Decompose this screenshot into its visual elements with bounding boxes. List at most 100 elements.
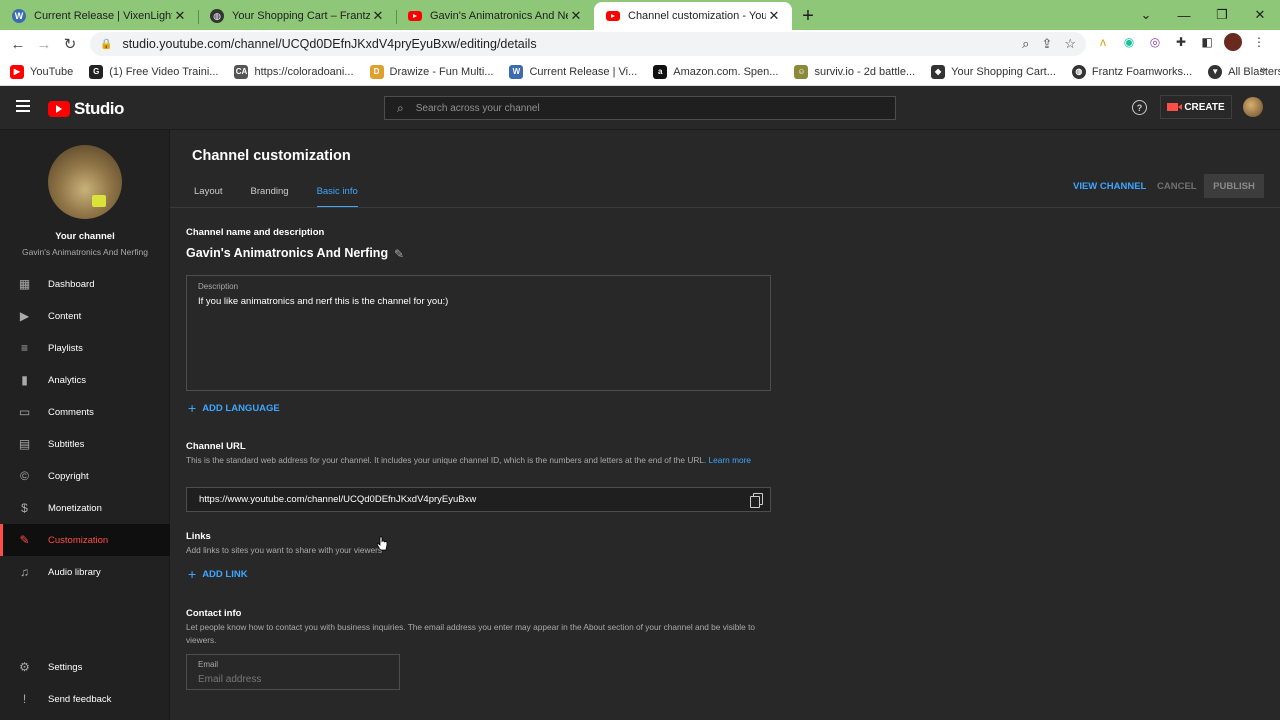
create-button[interactable]: CREATE xyxy=(1160,95,1232,119)
tabs-divider xyxy=(170,207,1280,208)
browser-menu-kebab-icon[interactable]: ⋮ xyxy=(1250,33,1268,51)
channel-title: Gavin's Animatronics And Nerfing xyxy=(186,246,389,260)
studio-header: Studio ⌕ ? CREATE xyxy=(0,86,1280,130)
close-icon[interactable]: ✕ xyxy=(766,8,782,24)
browser-tab-vixenlights[interactable]: W Current Release | VixenLights ✕ xyxy=(0,2,198,30)
browser-tab-channel-customization[interactable]: Channel customization - YouTube Studio ✕ xyxy=(594,2,792,30)
side-panel-icon[interactable]: ◧ xyxy=(1198,33,1216,51)
pencil-edit-icon[interactable]: ✎ xyxy=(394,247,404,261)
channel-url-field[interactable]: https://www.youtube.com/channel/UCQd0DEf… xyxy=(186,487,771,512)
minimize-icon[interactable]: — xyxy=(1165,0,1203,30)
contact-info-description: Let people know how to contact you with … xyxy=(186,622,755,645)
bookmarks-overflow-icon[interactable]: » xyxy=(1260,64,1266,76)
playlists-icon: ≡ xyxy=(20,341,28,355)
subtitles-icon: ▤ xyxy=(18,437,31,451)
description-label: Description xyxy=(198,282,239,291)
channel-avatar[interactable] xyxy=(48,145,122,219)
publish-button[interactable]: PUBLISH xyxy=(1204,174,1264,198)
tab-branding[interactable]: Branding xyxy=(251,186,289,208)
tab-basic-info[interactable]: Basic info xyxy=(316,186,358,208)
studio-logo[interactable]: Studio xyxy=(48,99,124,119)
address-url[interactable]: studio.youtube.com/channel/UCQd0DEfnJKxd… xyxy=(122,37,536,51)
account-avatar[interactable] xyxy=(1243,97,1263,117)
shop-logo-icon: ◆ xyxy=(931,64,946,79)
search-icon[interactable]: ⌕ xyxy=(397,101,404,116)
sidebar-item-monetization[interactable]: $ Monetization xyxy=(0,492,170,524)
email-label: Email xyxy=(198,660,219,669)
channel-url-description: This is the standard web address for you… xyxy=(186,455,751,465)
sidebar-item-settings[interactable]: ⚙ Settings xyxy=(0,651,170,683)
bookmark-item[interactable]: ◍ Frantz Foamworks... xyxy=(1071,64,1192,79)
search-bar[interactable]: ⌕ xyxy=(384,96,896,120)
bookmark-star-icon[interactable]: ☆ xyxy=(1064,36,1076,52)
description-field[interactable]: Description If you like animatronics and… xyxy=(186,275,771,391)
browser-tab-shopping-cart[interactable]: ◍ Your Shopping Cart – Frantz Foamworks … xyxy=(198,2,396,30)
bookmark-item[interactable]: W Current Release | Vi... xyxy=(509,64,637,79)
learn-more-link[interactable]: Learn more xyxy=(709,455,751,465)
profile-avatar[interactable] xyxy=(1224,33,1242,51)
sidebar-channel-name: Gavin's Animatronics And Nerfing xyxy=(22,247,148,257)
add-language-button[interactable]: + ADD LANGUAGE xyxy=(188,400,280,416)
zoom-icon[interactable]: ⌕ xyxy=(1022,36,1029,52)
browser-tab-gavins-channel[interactable]: Gavin's Animatronics And Nerfing ✕ xyxy=(396,2,594,30)
bookmark-item[interactable]: ☺ surviv.io - 2d battle... xyxy=(794,64,915,79)
bookmark-item[interactable]: D Drawize - Fun Multi... xyxy=(369,64,493,79)
sidebar-item-content[interactable]: ▶ Content xyxy=(0,300,170,332)
share-icon[interactable]: ⇪ xyxy=(1041,36,1052,52)
maximize-icon[interactable]: ❐ xyxy=(1203,0,1241,30)
comments-icon: ▭ xyxy=(18,405,31,419)
bookmark-item[interactable]: ▶ YouTube xyxy=(10,64,73,79)
email-field[interactable]: Email xyxy=(186,654,400,690)
studio-sidebar: Your channel Gavin's Animatronics And Ne… xyxy=(0,130,170,720)
sidebar-item-analytics[interactable]: ▮ Analytics xyxy=(0,364,170,396)
cancel-button[interactable]: CANCEL xyxy=(1157,181,1197,192)
sidebar-item-copyright[interactable]: © Copyright xyxy=(0,460,170,492)
channel-url-value[interactable]: https://www.youtube.com/channel/UCQd0DEf… xyxy=(199,494,476,505)
surviv-icon: ☺ xyxy=(794,64,809,79)
globe-icon: ◍ xyxy=(210,9,224,23)
sidebar-item-dashboard[interactable]: ▦ Dashboard xyxy=(0,268,170,300)
new-tab-plus-icon[interactable]: + xyxy=(792,2,824,30)
tab-layout[interactable]: Layout xyxy=(194,186,223,208)
extensions-puzzle-icon[interactable]: ✚ xyxy=(1172,33,1190,51)
sidebar-item-audio-library[interactable]: ♫ Audio library xyxy=(0,556,170,588)
sidebar-item-comments[interactable]: ▭ Comments xyxy=(0,396,170,428)
audio-library-icon: ♫ xyxy=(20,565,29,579)
feedback-icon: ! xyxy=(22,692,27,706)
bookmark-item[interactable]: G (1) Free Video Traini... xyxy=(89,64,218,79)
view-channel-button[interactable]: VIEW CHANNEL xyxy=(1073,181,1146,192)
address-bar[interactable]: 🔒 studio.youtube.com/channel/UCQd0DEfnJK… xyxy=(90,32,1086,56)
contact-info-heading: Contact info xyxy=(186,608,242,619)
sidebar-item-customization[interactable]: ✎ Customization xyxy=(0,524,170,556)
forward-arrow-icon[interactable]: → xyxy=(31,31,57,57)
close-icon[interactable]: ✕ xyxy=(568,8,584,24)
copy-icon[interactable] xyxy=(750,493,763,508)
sidebar-item-subtitles[interactable]: ▤ Subtitles xyxy=(0,428,170,460)
add-link-button[interactable]: + ADD LINK xyxy=(188,566,248,582)
hamburger-menu-icon[interactable] xyxy=(16,100,30,115)
lock-icon[interactable]: 🔒 xyxy=(100,39,112,50)
bookmark-item[interactable]: CA https://coloradoani... xyxy=(234,64,354,79)
grammarly-icon[interactable]: ◉ xyxy=(1120,33,1138,51)
close-icon[interactable]: ✕ xyxy=(172,8,188,24)
back-arrow-icon[interactable]: ← xyxy=(5,31,31,57)
gear-icon: ⚙ xyxy=(19,660,30,674)
window-close-icon[interactable]: ✕ xyxy=(1241,0,1279,30)
help-icon[interactable]: ? xyxy=(1132,100,1147,115)
email-input[interactable] xyxy=(198,674,388,685)
dashboard-icon: ▦ xyxy=(18,277,31,291)
sidebar-item-send-feedback[interactable]: ! Send feedback xyxy=(0,683,170,715)
bookmark-item[interactable]: ◆ Your Shopping Cart... xyxy=(931,64,1056,79)
close-icon[interactable]: ✕ xyxy=(370,8,386,24)
search-input[interactable] xyxy=(415,102,856,114)
description-value[interactable]: If you like animatronics and nerf this i… xyxy=(198,296,759,307)
tab-search-chevron-icon[interactable]: ⌄ xyxy=(1127,0,1165,30)
bookmark-item[interactable]: a Amazon.com. Spen... xyxy=(653,64,778,79)
extension-a-icon[interactable]: ʌ xyxy=(1094,33,1112,51)
reload-icon[interactable]: ↻ xyxy=(57,31,83,57)
sidebar-item-playlists[interactable]: ≡ Playlists xyxy=(0,332,170,364)
bookmark-item[interactable]: ▼All Blasters – SilverF... xyxy=(1208,64,1280,79)
youtube-icon: ▶ xyxy=(10,64,24,79)
color-picker-extension-icon[interactable]: ◎ xyxy=(1146,33,1164,51)
browser-toolbar: ← → ↻ 🔒 studio.youtube.com/channel/UCQd0… xyxy=(0,30,1280,58)
